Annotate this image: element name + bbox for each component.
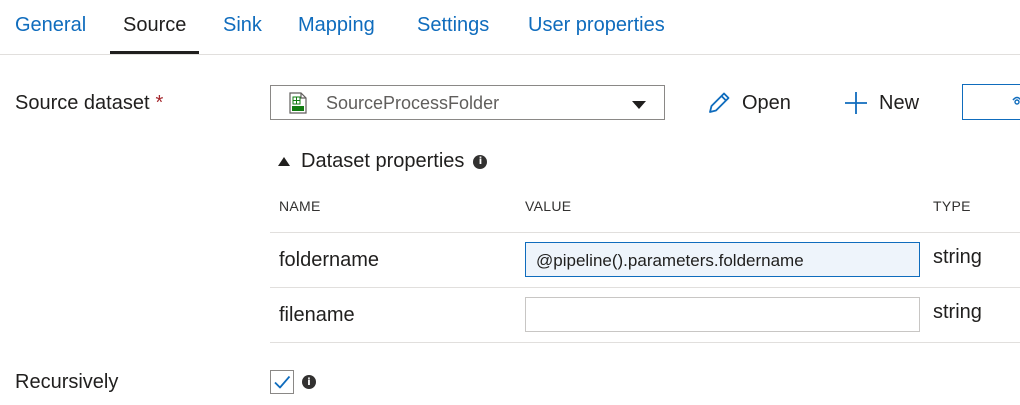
- tab-general[interactable]: General: [15, 14, 86, 37]
- collapse-triangle-icon: [278, 157, 290, 166]
- tab-sink[interactable]: Sink: [223, 14, 262, 37]
- new-button-label: New: [879, 91, 920, 114]
- preview-data-button[interactable]: [962, 84, 1020, 120]
- open-button-label: Open: [742, 91, 791, 114]
- property-value-input[interactable]: [525, 297, 920, 332]
- table-divider: [270, 232, 1020, 233]
- required-indicator: *: [155, 92, 164, 114]
- property-name: filename: [279, 304, 355, 326]
- pencil-icon: [709, 92, 730, 113]
- tab-user-properties[interactable]: User properties: [528, 14, 665, 37]
- info-icon[interactable]: i: [473, 154, 488, 169]
- dataset-properties-toggle[interactable]: Dataset properties i: [278, 150, 488, 173]
- source-dataset-selected-value: SourceProcessFolder: [326, 93, 500, 113]
- column-header-name: NAME: [279, 198, 321, 214]
- property-value-input[interactable]: @pipeline().parameters.foldername: [525, 242, 920, 277]
- recursively-checkbox[interactable]: [270, 370, 294, 394]
- table-divider: [270, 287, 1020, 288]
- source-dataset-label-text: Source dataset: [15, 92, 150, 114]
- table-divider: [270, 342, 1020, 343]
- csv-file-icon: [289, 92, 307, 114]
- property-type: string: [933, 301, 982, 323]
- open-button[interactable]: Open: [706, 88, 791, 118]
- plus-icon: [845, 92, 867, 114]
- recursively-label: Recursively: [15, 371, 119, 393]
- column-header-type: TYPE: [933, 198, 971, 214]
- dataset-properties-title: Dataset properties: [301, 150, 465, 172]
- active-tab-indicator: [110, 51, 199, 54]
- column-header-value: VALUE: [525, 198, 572, 214]
- preview-icon: [1012, 96, 1020, 105]
- tab-source[interactable]: Source: [123, 14, 186, 37]
- source-dataset-label: Source dataset *: [15, 92, 163, 115]
- checkmark-icon: [274, 375, 291, 389]
- property-type: string: [933, 246, 982, 268]
- new-button[interactable]: New: [843, 88, 919, 118]
- tab-settings[interactable]: Settings: [417, 14, 489, 37]
- tab-mapping[interactable]: Mapping: [298, 14, 375, 37]
- chevron-down-icon: [632, 101, 646, 109]
- info-icon[interactable]: i: [302, 375, 316, 389]
- property-name: foldername: [279, 249, 380, 271]
- source-dataset-dropdown[interactable]: SourceProcessFolder: [270, 85, 665, 120]
- tab-bar: General Source Sink Mapping Settings Use…: [0, 0, 1020, 55]
